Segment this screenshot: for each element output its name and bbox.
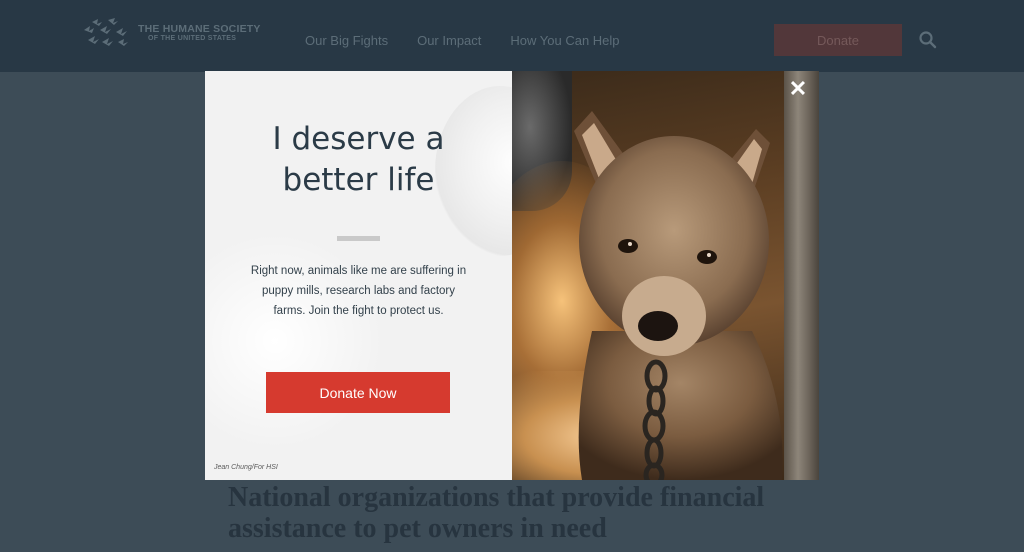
donate-now-button[interactable]: Donate Now [266, 372, 450, 413]
dog-illustration [574, 111, 783, 480]
close-icon[interactable]: ✕ [783, 77, 813, 101]
modal-content-panel: I deserve a better life Right now, anima… [205, 71, 512, 480]
main-nav: Our Big Fights Our Impact How You Can He… [305, 33, 620, 48]
nav-how-you-can-help[interactable]: How You Can Help [510, 33, 619, 48]
nav-our-big-fights[interactable]: Our Big Fights [305, 33, 388, 48]
hsus-logo[interactable]: THE HUMANE SOCIETY OF THE UNITED STATES [80, 12, 280, 54]
modal-title-line-2: better life [282, 162, 435, 198]
bird-flock-logo-icon [84, 18, 128, 46]
page-heading: National organizations that provide fina… [228, 482, 765, 544]
nav-our-impact[interactable]: Our Impact [417, 33, 481, 48]
modal-title-line-1: I deserve a [272, 121, 445, 157]
donation-modal: I deserve a better life Right now, anima… [205, 71, 819, 480]
modal-title: I deserve a better life [205, 119, 512, 201]
title-divider [337, 236, 380, 241]
logo-line-1: THE HUMANE SOCIETY [138, 22, 261, 35]
search-icon[interactable] [918, 30, 938, 50]
dog-photo [512, 71, 819, 480]
wooden-post [784, 71, 819, 480]
logo-line-2: OF THE UNITED STATES [148, 34, 237, 42]
modal-body-text: Right now, animals like me are suffering… [250, 265, 467, 317]
site-header: THE HUMANE SOCIETY OF THE UNITED STATES … [0, 0, 1024, 72]
header-donate-button[interactable]: Donate [774, 24, 902, 56]
photo-credit: Jean Chung/For HSI [214, 464, 278, 471]
